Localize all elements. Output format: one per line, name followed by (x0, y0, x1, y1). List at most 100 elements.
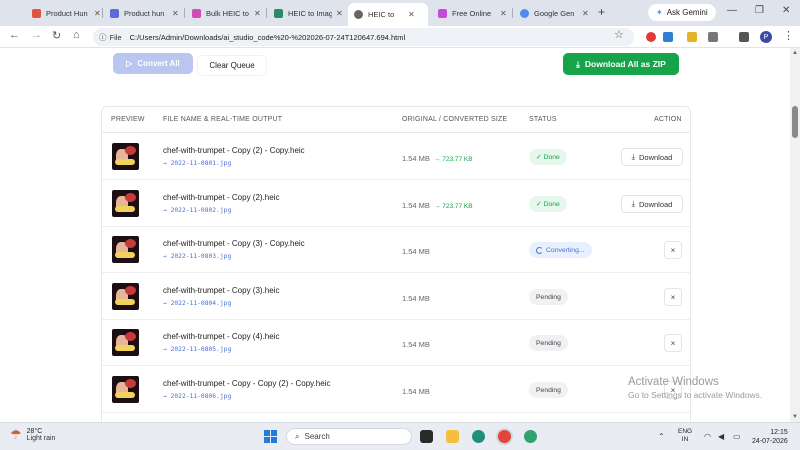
windows-start-icon[interactable] (264, 430, 277, 443)
task-view-icon[interactable] (420, 430, 433, 443)
battery-icon[interactable]: ▭ (733, 432, 741, 441)
image-preview-thumbnail (112, 190, 139, 217)
table-row: chef-with-trumpet - Copy (3).heic → 2022… (102, 274, 690, 320)
output-file-name: → 2022-11-0805.jpg (163, 346, 232, 353)
edge-browser-icon[interactable] (472, 430, 485, 443)
original-size: 1.54 MB (402, 201, 430, 210)
remove-file-button[interactable]: × (664, 334, 682, 352)
scrollbar-thumb[interactable] (792, 106, 798, 138)
search-icon: ⌕ (295, 431, 300, 441)
taskbar-search-input[interactable]: ⌕ Search (286, 428, 412, 445)
system-clock[interactable]: 12:15 24-07-2026 (752, 428, 788, 446)
chrome-profile-icon[interactable] (524, 430, 537, 443)
watermark-subtitle: Go to Settings to activate Windows. (628, 390, 763, 400)
browser-menu-icon[interactable]: ⋮ (783, 29, 794, 42)
back-arrow-icon[interactable]: ← (9, 29, 20, 41)
table-row: chef-with-trumpet - Copy (2).heic → 2022… (102, 181, 690, 227)
download-all-zip-button[interactable]: ⤓ Download All as ZIP (563, 53, 679, 75)
close-tab-icon[interactable]: ✕ (408, 10, 415, 19)
converted-size: → 723.77 KB (433, 203, 473, 210)
close-tab-icon[interactable]: ✕ (254, 9, 261, 18)
output-file-name: → 2022-11-0801.jpg (163, 160, 232, 167)
extension-color-icon[interactable] (687, 32, 697, 42)
download-icon: ⤓ (576, 58, 580, 69)
image-preview-thumbnail (112, 283, 139, 310)
file-size: 1.54 MB (402, 247, 430, 256)
output-file-name: → 2022-11-0806.jpg (163, 393, 232, 400)
downloads-icon[interactable] (739, 32, 749, 42)
close-tab-icon[interactable]: ✕ (94, 9, 101, 18)
column-header-action: ACTION (654, 116, 682, 123)
reload-icon[interactable]: ↻ (52, 29, 61, 42)
chrome-browser-icon[interactable] (498, 430, 511, 443)
output-file-name: → 2022-11-0804.jpg (163, 300, 232, 307)
bookmark-star-icon[interactable]: ☆ (614, 28, 624, 41)
browser-tab-google-gemini[interactable]: Google Gen ✕ (514, 2, 595, 24)
page-scrollbar[interactable]: ▲ ▼ (790, 48, 800, 422)
file-name: chef-with-trumpet - Copy - Copy (2) - Co… (163, 379, 331, 388)
conversion-queue-table: PREVIEW FILE NAME & REAL-TIME OUTPUT ORI… (101, 106, 691, 422)
file-name: chef-with-trumpet - Copy (2).heic (163, 193, 280, 202)
browser-tab-product-hunt-2[interactable]: Product hun ✕ (104, 2, 185, 24)
browser-tab-heic-to-image[interactable]: HEIC to Imag ✕ (268, 2, 349, 24)
close-tab-icon[interactable]: ✕ (582, 9, 589, 18)
close-tab-icon[interactable]: ✕ (500, 9, 507, 18)
play-icon: ▷ (126, 59, 133, 68)
close-window-button[interactable]: ✕ (782, 5, 790, 16)
language-region: IN (681, 436, 689, 443)
browser-tab-product-hunt-1[interactable]: Product Hun ✕ (26, 2, 107, 24)
extension-download-icon[interactable] (663, 32, 673, 42)
file-size: 1.54 MB (402, 387, 430, 396)
home-icon[interactable]: ⌂ (73, 29, 80, 41)
table-row: chef-with-trumpet - Copy (3) - Copy.heic… (102, 227, 690, 273)
browser-tab-bulk-heic[interactable]: Bulk HEIC to ✕ (186, 2, 267, 24)
ask-gemini-button[interactable]: ✦ Ask Gemini (648, 4, 716, 21)
wifi-icon[interactable]: ◠ (704, 432, 711, 441)
site-favicon-icon (438, 8, 447, 18)
file-name: chef-with-trumpet - Copy (2) - Copy.heic (163, 146, 305, 155)
original-size: 1.54 MB (402, 247, 430, 256)
file-scheme-chip[interactable]: ⓘ File (99, 32, 122, 43)
download-file-button[interactable]: ⤓ Download (621, 195, 683, 213)
product-hunt-favicon-icon (32, 8, 41, 18)
status-label: Converting... (546, 246, 585, 254)
weather-condition: Light rain (26, 435, 56, 442)
browser-tab-heic-active[interactable]: HEIC to ✕ (348, 3, 428, 26)
convert-all-button[interactable]: ▷ Convert All (113, 53, 193, 74)
download-label: Download (638, 152, 673, 162)
clock-date: 24-07-2026 (752, 438, 788, 445)
remove-file-button[interactable]: × (664, 288, 682, 306)
restore-window-button[interactable]: ❐ (755, 5, 764, 16)
table-header: PREVIEW FILE NAME & REAL-TIME OUTPUT ORI… (102, 107, 690, 133)
scroll-up-arrow-icon[interactable]: ▲ (792, 50, 798, 56)
forward-arrow-icon[interactable]: → (31, 29, 42, 41)
browser-tab-free-online[interactable]: Free Online ✕ (432, 2, 513, 24)
original-size: 1.54 MB (402, 387, 430, 396)
tab-label: HEIC to (368, 10, 395, 19)
show-hidden-icons-chevron-icon[interactable]: ⌃ (658, 432, 665, 441)
page-content: ▷ Convert All Clear Queue ⤓ Download All… (0, 48, 790, 422)
table-row: chef-with-trumpet - Copy (4).heic → 2022… (102, 320, 690, 366)
close-tab-icon[interactable]: ✕ (172, 9, 179, 18)
download-file-button[interactable]: ⤓ Download (621, 148, 683, 166)
extensions-puzzle-icon[interactable] (708, 32, 718, 42)
browser-tab-strip: Product Hun ✕ Product hun ✕ Bulk HEIC to… (0, 0, 800, 26)
rain-cloud-icon: ☂ (10, 427, 22, 442)
new-tab-button[interactable]: + (598, 5, 605, 19)
volume-icon[interactable]: ◀ (718, 432, 724, 441)
tab-label: HEIC to Imag (288, 8, 332, 18)
remove-file-button[interactable]: × (664, 241, 682, 259)
extension-opera-icon[interactable] (646, 32, 656, 42)
download-icon: ⤓ (631, 199, 635, 208)
file-explorer-icon[interactable] (446, 430, 459, 443)
site-favicon-icon (192, 8, 201, 18)
close-tab-icon[interactable]: ✕ (336, 9, 343, 18)
clear-queue-button[interactable]: Clear Queue (197, 55, 267, 76)
minimize-window-button[interactable]: — (727, 5, 737, 16)
original-size: 1.54 MB (402, 294, 430, 303)
address-bar[interactable]: ⓘ File C:/Users/Admin/Downloads/ai_studi… (93, 28, 634, 46)
weather-widget[interactable]: ☂ 28°C Light rain (10, 427, 55, 443)
language-indicator[interactable]: ENG IN (678, 428, 692, 444)
profile-avatar[interactable]: P (760, 31, 772, 43)
scroll-down-arrow-icon[interactable]: ▼ (792, 414, 798, 420)
